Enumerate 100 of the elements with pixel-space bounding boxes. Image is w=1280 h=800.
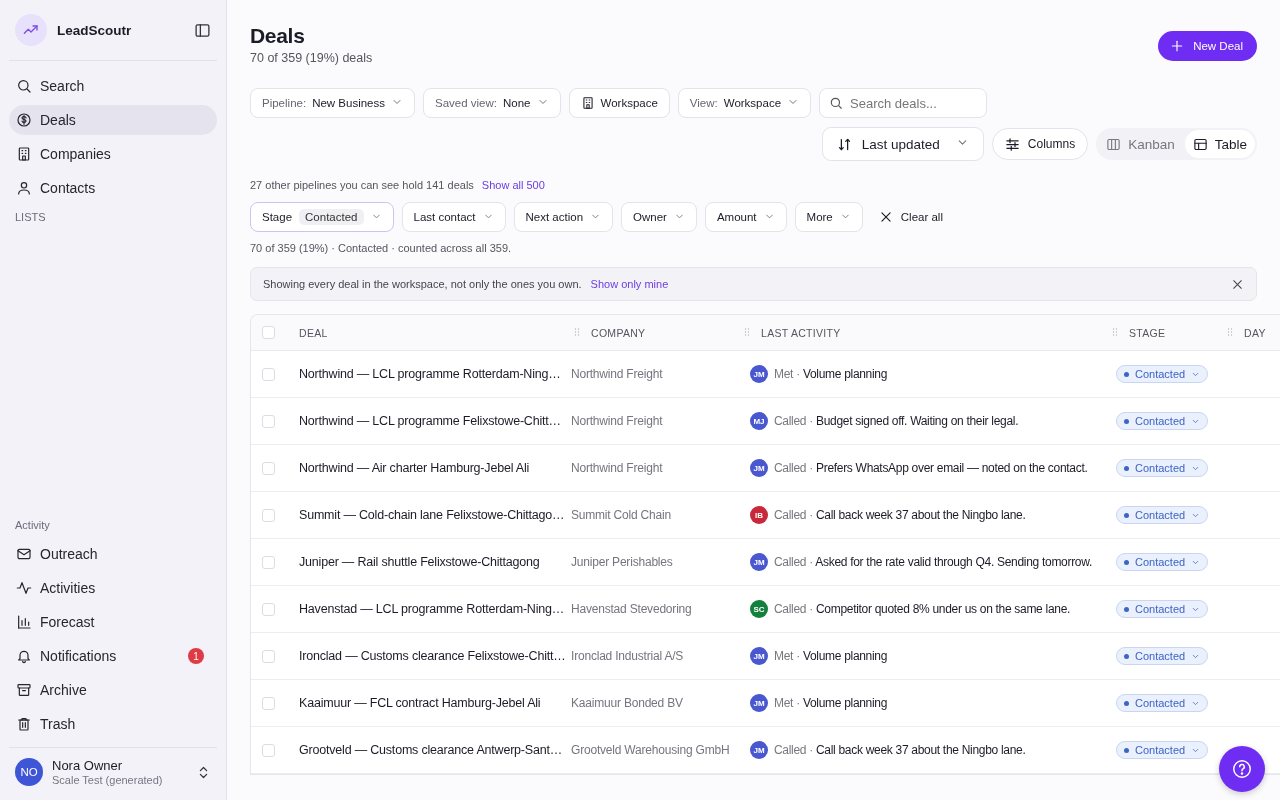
row-checkbox[interactable] — [262, 649, 275, 663]
archive-icon — [16, 682, 32, 698]
count-badge: 1 — [188, 648, 204, 664]
company-name[interactable]: Northwind Freight — [571, 367, 663, 381]
row-checkbox[interactable] — [262, 743, 275, 757]
search-icon — [16, 78, 32, 94]
deal-name[interactable]: Havenstad — LCL programme Rotterdam-Ning… — [299, 602, 565, 616]
column-header[interactable]: COMPANY — [591, 326, 646, 339]
filter-dropdown[interactable]: More — [794, 202, 863, 232]
stage-dropdown[interactable]: Contacted — [1116, 412, 1209, 430]
deal-name[interactable]: Kaaimuur — FCL contract Hamburg-Jebel Ali — [299, 696, 541, 710]
company-name[interactable]: Northwind Freight — [571, 414, 663, 428]
pipeline-dropdown[interactable]: Pipeline: New Business — [250, 88, 415, 118]
row-checkbox[interactable] — [262, 414, 275, 428]
company-name[interactable]: Havenstad Stevedoring — [571, 602, 692, 616]
owner-avatar: JM — [750, 365, 768, 383]
filter-dropdown[interactable]: Last contact — [401, 202, 506, 232]
nav-item[interactable]: Outreach — [9, 539, 217, 569]
stage-dropdown[interactable]: Contacted — [1116, 694, 1209, 712]
building-icon — [580, 96, 595, 110]
activity-text: Called · Prefers WhatsApp over email — noted on the contact. — [774, 461, 1088, 475]
stage-dropdown[interactable]: Contacted — [1116, 600, 1209, 618]
filter-dropdown[interactable]: Stage Contacted — [250, 202, 394, 232]
nav-item[interactable]: Forecast — [9, 607, 217, 637]
bar-chart-icon — [16, 614, 32, 630]
bell-icon — [16, 648, 32, 664]
stage-dropdown[interactable]: Contacted — [1116, 506, 1209, 524]
nav-item[interactable]: Companies — [9, 139, 217, 169]
user-name: Nora Owner — [52, 758, 124, 773]
show-all-link[interactable]: Show all 500 — [481, 179, 545, 191]
workspace-name: Scale Test (generated) — [52, 774, 164, 786]
mail-icon — [16, 546, 32, 562]
person-icon — [16, 180, 32, 196]
sort-dropdown[interactable]: Last updated — [821, 127, 984, 161]
filter-dropdown[interactable]: Owner — [621, 202, 697, 232]
workspace-button[interactable]: Workspace — [568, 88, 670, 118]
nav-item[interactable]: Archive — [9, 675, 217, 705]
deal-name[interactable]: Ironclad — Customs clearance Felixstowe-Chitt… — [299, 649, 566, 663]
row-checkbox[interactable] — [262, 508, 275, 522]
close-icon — [1231, 277, 1244, 291]
column-header[interactable]: DAY — [1244, 326, 1266, 339]
stage-dropdown[interactable]: Contacted — [1116, 741, 1209, 759]
owner-avatar: JM — [750, 741, 768, 759]
view-tab[interactable]: Table — [1184, 130, 1255, 158]
help-button[interactable] — [1219, 746, 1265, 792]
saved-view-dropdown[interactable]: Saved view: None — [423, 88, 561, 118]
select-all-checkbox[interactable] — [262, 326, 275, 339]
column-header[interactable]: DEAL — [299, 326, 328, 339]
deal-name[interactable]: Northwind — Air charter Hamburg-Jebel Ali — [299, 461, 530, 475]
section-heading: LISTS — [14, 210, 47, 225]
column-header[interactable]: STAGE — [1129, 326, 1166, 339]
activity-text: Called · Competitor quoted 8% under us on the same lane. — [774, 602, 1071, 616]
row-checkbox[interactable] — [262, 602, 275, 616]
nav-item[interactable]: Notifications 1 — [9, 641, 217, 671]
show-only-mine-link[interactable]: Show only mine — [590, 278, 669, 290]
new-deal-button[interactable]: New Deal — [1158, 31, 1257, 61]
owner-avatar: JM — [750, 459, 768, 477]
owner-avatar: IB — [750, 506, 768, 524]
clear-all-button[interactable]: Clear all — [870, 210, 951, 224]
search-field[interactable]: Search deals... — [819, 88, 988, 118]
nav-item[interactable]: Search — [9, 71, 217, 101]
stage-dropdown[interactable]: Contacted — [1116, 365, 1209, 383]
sort-icon — [836, 136, 852, 152]
deal-name[interactable]: Grootveld — Customs clearance Antwerp-Sant… — [299, 743, 563, 757]
company-name[interactable]: Grootveld Warehousing GmbH — [571, 743, 730, 757]
company-name[interactable]: Summit Cold Chain — [571, 508, 671, 522]
stage-dropdown[interactable]: Contacted — [1116, 459, 1209, 477]
company-name[interactable]: Kaaimuur Bonded BV — [571, 696, 683, 710]
activity-text: Called · Asked for the rate valid through Q4. Sending tomorrow. — [774, 555, 1092, 569]
dismiss-button[interactable] — [1231, 277, 1244, 291]
company-name[interactable]: Ironclad Industrial A/S — [571, 649, 684, 663]
filter-dropdown[interactable]: Amount — [704, 202, 787, 232]
view-dropdown[interactable]: View: Workspace — [677, 88, 812, 118]
row-checkbox[interactable] — [262, 696, 275, 710]
owner-avatar: MJ — [750, 412, 768, 430]
deal-name[interactable]: Northwind — LCL programme Rotterdam-Ning… — [299, 367, 561, 381]
row-checkbox[interactable] — [262, 461, 275, 475]
nav-item[interactable]: Deals — [9, 105, 217, 135]
sidebar-toggle-button[interactable] — [194, 21, 211, 39]
deal-name[interactable]: Northwind — LCL programme Felixstowe-Chitt… — [299, 414, 561, 428]
owner-avatar: JM — [750, 553, 768, 571]
nav-item[interactable]: Contacts — [9, 173, 217, 203]
stage-dropdown[interactable]: Contacted — [1116, 647, 1209, 665]
nav-item[interactable]: Activities — [9, 573, 217, 603]
deal-name[interactable]: Juniper — Rail shuttle Felixstowe-Chittagong — [299, 555, 540, 569]
company-name[interactable]: Northwind Freight — [571, 461, 663, 475]
columns-icon — [1106, 136, 1122, 152]
column-header[interactable]: LAST ACTIVITY — [761, 326, 841, 339]
view-tab[interactable]: Kanban — [1098, 130, 1183, 158]
row-checkbox[interactable] — [262, 367, 275, 381]
activity-text: Met · Volume planning — [774, 649, 888, 663]
deal-name[interactable]: Summit — Cold-chain lane Felixstowe-Chittago… — [299, 508, 565, 522]
nav-item[interactable]: Trash — [9, 709, 217, 739]
sliders-icon — [1004, 136, 1020, 152]
columns-button[interactable]: Columns — [991, 128, 1089, 160]
row-checkbox[interactable] — [262, 555, 275, 569]
dollar-icon — [16, 112, 32, 128]
stage-dropdown[interactable]: Contacted — [1116, 553, 1209, 571]
company-name[interactable]: Juniper Perishables — [571, 555, 673, 569]
filter-dropdown[interactable]: Next action — [513, 202, 614, 232]
